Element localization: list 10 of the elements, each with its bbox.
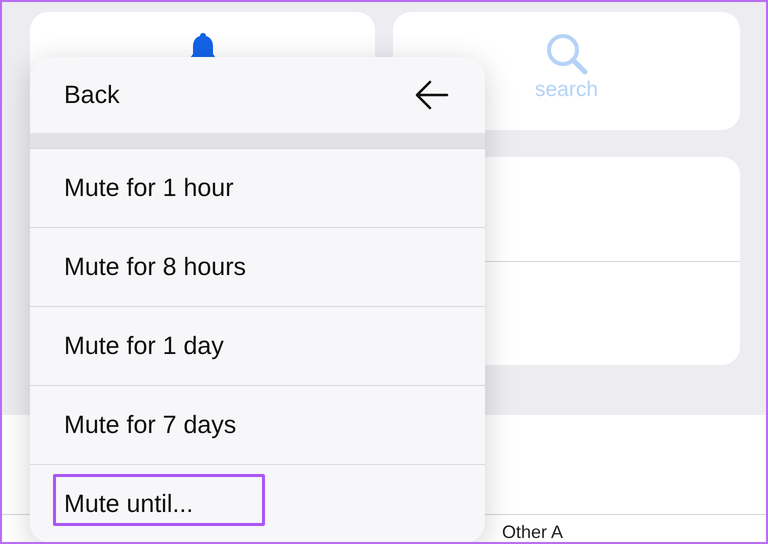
menu-item[interactable]: Mute for 8 hours [30,227,485,306]
menu-item[interactable]: Mute for 7 days [30,385,485,464]
back-arrow-icon [415,80,449,110]
section-label: Other A [502,522,564,542]
back-label: Back [64,80,120,110]
menu-item[interactable]: Mute for 1 day [30,306,485,385]
search-icon [544,32,588,76]
menu-item[interactable]: Mute for 1 hour [30,148,485,227]
tile-label: search [534,78,598,102]
menu-item[interactable]: Mute until... [30,464,485,542]
